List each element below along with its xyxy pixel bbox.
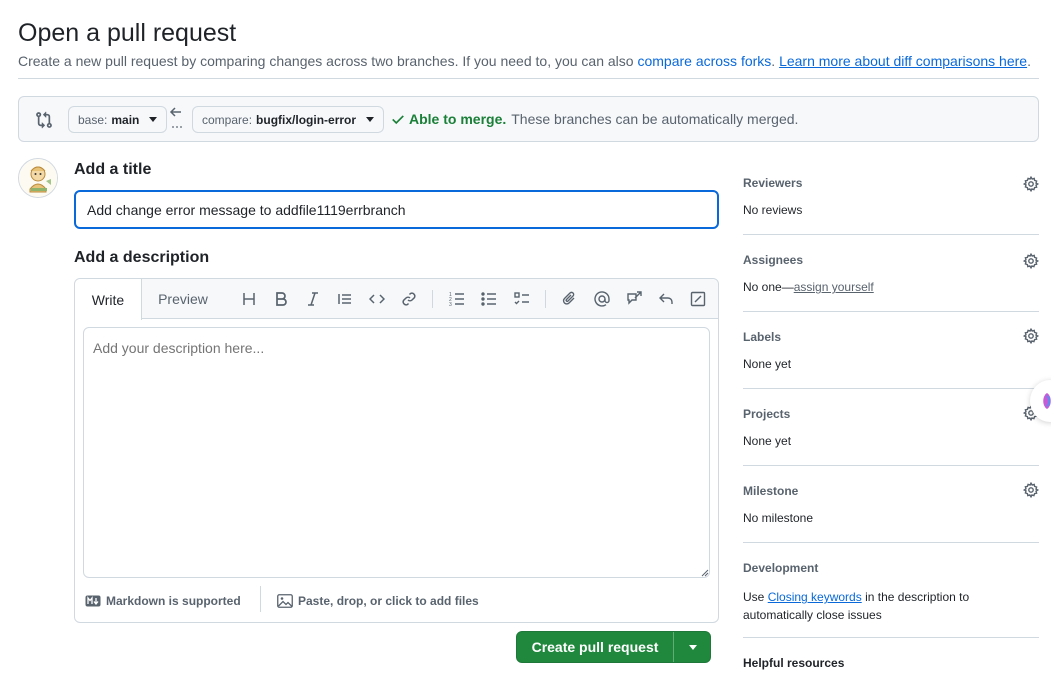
arrow-left-icon [169, 107, 182, 128]
create-pull-request-button-group: Create pull request [516, 631, 711, 663]
sidebar-milestone: Milestone No milestone [743, 484, 1039, 525]
assignees-heading: Assignees [743, 253, 804, 267]
labels-heading: Labels [743, 330, 782, 344]
avatar [18, 158, 58, 198]
sidebar-labels: Labels None yet [743, 330, 1039, 371]
create-pull-request-button[interactable]: Create pull request [517, 632, 673, 662]
paperclip-icon[interactable] [560, 289, 580, 309]
description-label: Add a description [74, 249, 210, 266]
helpful-resources-heading: Helpful resources [743, 656, 845, 670]
page-subtitle: Create a new pull request by comparing c… [18, 52, 1031, 70]
check-icon [392, 115, 404, 125]
toolbar-divider [432, 290, 433, 308]
merge-status-text: These branches can be automatically merg… [511, 111, 799, 127]
milestone-heading: Milestone [743, 484, 799, 498]
task-list-icon[interactable] [512, 289, 532, 309]
gear-icon[interactable] [1023, 176, 1039, 192]
title-input[interactable] [74, 190, 719, 229]
subtitle-end: . [1027, 53, 1031, 69]
sidebar-divider [743, 465, 1039, 466]
reviewers-heading: Reviewers [743, 176, 803, 190]
markdown-note-text: Markdown is supported [106, 594, 241, 608]
gear-icon[interactable] [1023, 328, 1039, 344]
editor-toolbar: Write Preview 123 [75, 279, 718, 320]
compare-forks-link[interactable]: compare across forks [637, 53, 771, 69]
merge-status-ok: Able to merge. [409, 111, 507, 127]
bold-icon[interactable] [271, 289, 291, 309]
sidebar-divider [743, 637, 1039, 638]
range-editor: base: main compare: bugfix/login-error Abl… [18, 96, 1039, 142]
ordered-list-icon[interactable]: 123 [447, 289, 467, 309]
description-textarea[interactable] [83, 327, 710, 578]
closing-keywords-link[interactable]: Closing keywords [768, 590, 862, 604]
projects-heading: Projects [743, 407, 791, 421]
unordered-list-icon[interactable] [479, 289, 499, 309]
page-title: Open a pull request [18, 19, 237, 47]
header-divider [18, 78, 1039, 79]
markdown-note[interactable]: Markdown is supported [85, 586, 241, 616]
code-icon[interactable] [367, 289, 387, 309]
milestone-value: No milestone [743, 511, 814, 525]
heading-icon[interactable] [239, 289, 259, 309]
sidebar-assignees: Assignees No one—assign yourself [743, 253, 1039, 294]
description-editor: Write Preview 123 Add your description h… [74, 278, 719, 623]
compare-branch-select[interactable]: compare: bugfix/login-error [192, 106, 385, 133]
chevron-down-icon [149, 117, 158, 122]
link-icon[interactable] [399, 289, 419, 309]
compare-prefix: compare: [202, 112, 253, 127]
italic-icon[interactable] [303, 289, 323, 309]
cross-reference-icon[interactable] [624, 289, 644, 309]
reply-icon[interactable] [656, 289, 676, 309]
assistant-logo-icon [1043, 393, 1051, 409]
quote-icon[interactable] [335, 289, 355, 309]
development-value: Use Closing keywords in the description … [743, 588, 983, 624]
fullscreen-icon[interactable] [688, 289, 708, 309]
compare-branch-name: bugfix/login-error [256, 112, 357, 127]
image-icon [277, 594, 293, 608]
learn-more-link[interactable]: Learn more about diff comparisons here [779, 53, 1027, 69]
attach-files-button[interactable]: Paste, drop, or click to add files [277, 586, 479, 616]
mention-icon[interactable] [592, 289, 612, 309]
chevron-down-icon [366, 117, 375, 122]
git-compare-icon [36, 111, 52, 129]
assignees-value-text: No one— [743, 280, 794, 294]
markdown-icon [85, 595, 101, 607]
footer-divider [260, 586, 261, 612]
title-label: Add a title [74, 161, 152, 178]
assignees-value: No one—assign yourself [743, 280, 1039, 294]
projects-value: None yet [743, 434, 792, 448]
sidebar-reviewers: Reviewers No reviews [743, 176, 1039, 217]
gear-icon[interactable] [1023, 253, 1039, 269]
development-heading: Development [743, 561, 819, 575]
sidebar-divider [743, 542, 1039, 543]
toolbar-divider [545, 290, 546, 308]
chevron-down-icon [688, 644, 697, 650]
user-avatar-icon [19, 159, 57, 197]
sidebar-divider [743, 234, 1039, 235]
sidebar-divider [743, 388, 1039, 389]
base-prefix: base: [78, 112, 108, 127]
subtitle-text: Create a new pull request by comparing c… [18, 53, 634, 69]
sidebar-helpful-resources: Helpful resources [743, 656, 1039, 670]
sidebar-projects: Projects None yet [743, 407, 1039, 448]
resize-grip-icon[interactable] [701, 569, 709, 577]
gear-icon[interactable] [1023, 482, 1039, 498]
assign-yourself-link[interactable]: assign yourself [794, 280, 874, 294]
create-options-dropdown[interactable] [674, 632, 711, 662]
subtitle-sep: . [771, 53, 776, 69]
labels-value: None yet [743, 357, 792, 371]
tab-preview[interactable]: Preview [153, 279, 213, 319]
tab-write[interactable]: Write [75, 279, 142, 320]
svg-text:3: 3 [449, 302, 452, 307]
attach-files-text: Paste, drop, or click to add files [298, 594, 479, 608]
sidebar-divider [743, 311, 1039, 312]
sidebar-development: Development Use Closing keywords in the … [743, 561, 1039, 624]
base-branch-select[interactable]: base: main [68, 106, 168, 133]
merge-status: Able to merge. These branches can be aut… [391, 111, 798, 127]
base-branch-name: main [111, 112, 140, 127]
development-prefix: Use [743, 590, 765, 604]
reviewers-value: No reviews [743, 203, 803, 217]
